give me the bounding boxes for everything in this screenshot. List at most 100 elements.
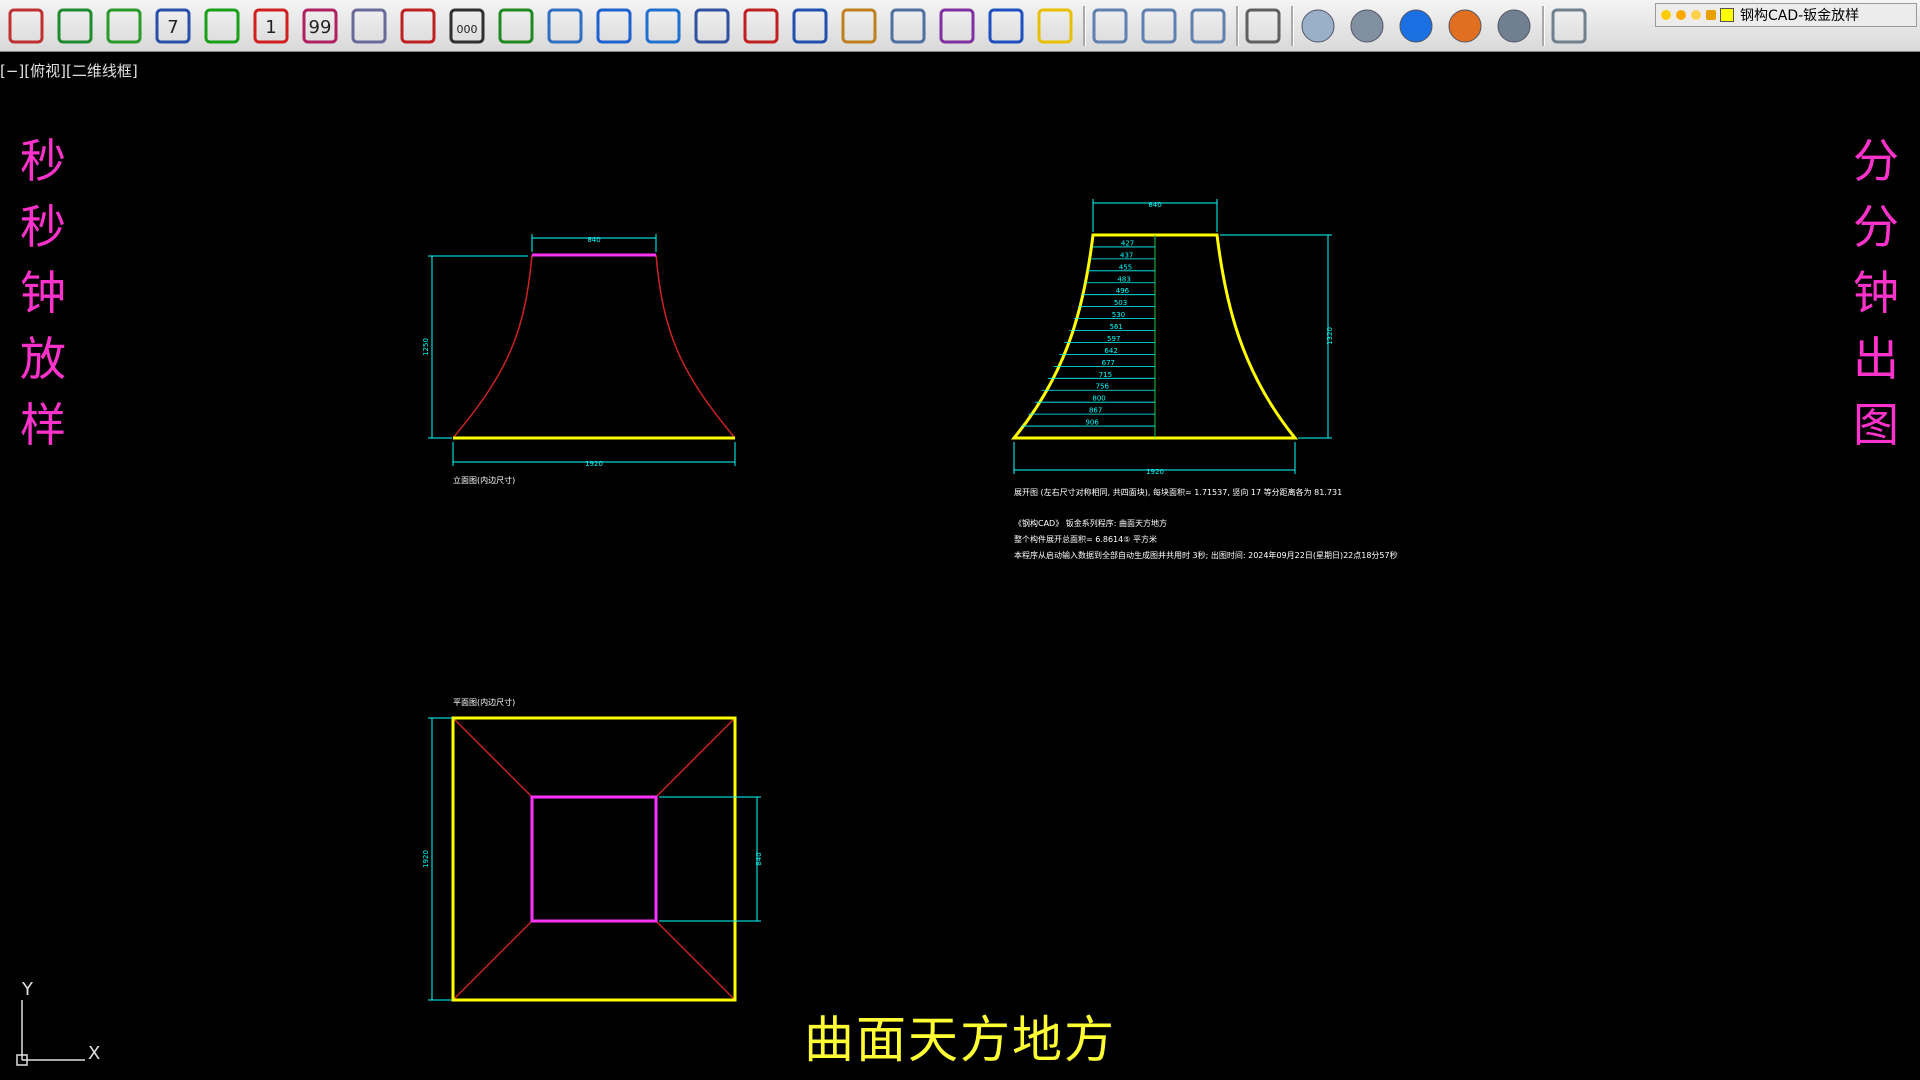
checkmark-icon — [106, 8, 142, 44]
fan-sector-button[interactable] — [347, 4, 391, 48]
eye-view-button[interactable] — [543, 4, 587, 48]
development-row-dim: 437 — [1120, 251, 1133, 259]
region-shape-icon — [1245, 8, 1281, 44]
orbit-3d-button[interactable] — [1088, 4, 1132, 48]
document-check-icon — [988, 8, 1024, 44]
dimension-000-button[interactable]: 000 — [445, 4, 489, 48]
elevation-top-dim: 840 — [587, 236, 600, 244]
sphere-hidden-button[interactable] — [1345, 4, 1389, 48]
development-row-dim: 906 — [1085, 419, 1099, 427]
smiley-face-button[interactable] — [1033, 4, 1077, 48]
plus-cross-icon — [204, 8, 240, 44]
drawing-notes: 展开图 (左右尺寸对称相同, 共四面块), 每块面积= 1.71537, 竖向 … — [1014, 487, 1398, 560]
note-line: 整个构件展开总面积= 6.8614⑤ 平方米 — [1014, 534, 1157, 544]
layer-color-swatch — [1720, 8, 1734, 22]
elevation-view: 840 1250 1920 立面图(内边尺寸) — [422, 234, 736, 485]
development-row-dim: 597 — [1107, 335, 1120, 343]
sphere-orange-button[interactable] — [1443, 4, 1487, 48]
toolbar-separator — [1236, 6, 1239, 46]
shape-stop-button[interactable] — [935, 4, 979, 48]
elevation-label: 立面图(内边尺寸) — [453, 475, 515, 485]
plan-inner-square — [530, 795, 658, 923]
scissors-button[interactable] — [592, 4, 636, 48]
dimension-000-label: 000 — [457, 23, 478, 36]
sphere-blue-icon — [1399, 9, 1433, 43]
note-line: 展开图 (左右尺寸对称相同, 共四面块), 每块面积= 1.71537, 竖向 … — [1014, 487, 1342, 497]
toolbar-separator — [1291, 6, 1294, 46]
development-row-dim: 561 — [1109, 323, 1122, 331]
free-orbit-icon — [1141, 8, 1177, 44]
ucs-x-label: X — [88, 1043, 100, 1064]
zoom-plus-icon — [743, 8, 779, 44]
layer-lock-icon[interactable] — [1706, 10, 1716, 20]
layer-freeze-icon[interactable] — [1676, 10, 1686, 20]
development-row-dim: 530 — [1112, 311, 1125, 319]
broken-line-icon — [400, 8, 436, 44]
circle-number-1-button[interactable]: 1 — [249, 4, 293, 48]
note-line: 《钢构CAD》 钣金系列程序: 曲面天方地方 — [1014, 518, 1167, 528]
zoom-plus-button[interactable] — [739, 4, 783, 48]
text-lines-icon — [498, 8, 534, 44]
settings-gear-button[interactable] — [4, 4, 48, 48]
list-check-icon — [694, 8, 730, 44]
checkmark-button[interactable] — [102, 4, 146, 48]
region-shape-button[interactable] — [1241, 4, 1285, 48]
development-row-dim: 642 — [1104, 347, 1117, 355]
sphere-wire-button[interactable] — [1296, 4, 1340, 48]
development-row-dim: 677 — [1102, 359, 1115, 367]
sphere-hidden-icon — [1350, 9, 1384, 43]
layer-viewport-icon[interactable] — [1691, 10, 1701, 20]
sphere-grid-button[interactable] — [1492, 4, 1536, 48]
layer-dropdown[interactable]: 钢构CAD-钣金放样 — [1655, 3, 1917, 27]
plus-cross-button[interactable] — [200, 4, 244, 48]
toolbar-separator — [1542, 6, 1545, 46]
plan-right-dim: 840 — [755, 852, 763, 865]
scissors-icon — [596, 8, 632, 44]
development-row-dim: 715 — [1099, 371, 1112, 379]
free-orbit-button[interactable] — [1137, 4, 1181, 48]
bottom-title: 曲面天方地方 — [804, 1011, 1116, 1069]
orbit-3d-icon — [1092, 8, 1128, 44]
note-line: 本程序从启动输入数据到全部自动生成图并共用时 3秒; 出图时间: 2024年09… — [1014, 550, 1398, 560]
layer-on-icon[interactable] — [1661, 10, 1671, 20]
elevation-bottom-dim: 1920 — [585, 460, 603, 468]
rectangle-frame-button[interactable] — [53, 4, 97, 48]
rectangle-frame-icon — [57, 8, 93, 44]
ucs-icon — [16, 1000, 85, 1066]
dimension-check-button[interactable] — [641, 4, 685, 48]
development-row-dim: 503 — [1114, 299, 1127, 307]
continuous-orbit-button[interactable] — [1186, 4, 1230, 48]
fan-sector-icon — [351, 8, 387, 44]
development-row-dim: 483 — [1117, 275, 1130, 283]
list-check-button[interactable] — [690, 4, 734, 48]
hand-pan-button[interactable] — [837, 4, 881, 48]
elevation-right-curve — [655, 254, 736, 439]
pencil-edit-button[interactable] — [788, 4, 832, 48]
development-row-dim: 756 — [1096, 383, 1110, 391]
development-view: 427 437 455 483 496 503 530 561 597 642 677 715 756 8… — [1010, 199, 1334, 476]
development-row-dim: 427 — [1121, 239, 1134, 247]
elevation-height-dim: 1250 — [422, 338, 430, 356]
sphere-wire-icon — [1301, 9, 1335, 43]
development-height-dim: 1320 — [1326, 327, 1334, 345]
layers-button[interactable] — [1547, 4, 1591, 48]
sphere-blue-button[interactable] — [1394, 4, 1438, 48]
text-lines-button[interactable] — [494, 4, 538, 48]
drawing-canvas[interactable]: 840 1250 1920 立面图(内边尺寸) 427 437 455 483 496 5… — [0, 52, 1920, 1080]
development-bottom-dim: 1920 — [1146, 468, 1164, 476]
hand-pan-icon — [841, 8, 877, 44]
ucs-y-label: Y — [21, 979, 34, 1000]
number-99-lines-button[interactable]: 99 — [298, 4, 342, 48]
eye-view-icon — [547, 8, 583, 44]
document-check-button[interactable] — [984, 4, 1028, 48]
calendar-7-button[interactable]: 7 — [151, 4, 195, 48]
toolbar-separator — [1083, 6, 1086, 46]
sphere-grid-icon — [1497, 9, 1531, 43]
broken-line-button[interactable] — [396, 4, 440, 48]
plan-label: 平面图(内边尺寸) — [453, 697, 515, 707]
smiley-face-icon — [1037, 8, 1073, 44]
circle-number-1-icon: 1 — [253, 8, 289, 44]
elevation-left-curve — [452, 254, 533, 439]
calculator-button[interactable] — [886, 4, 930, 48]
development-row-dim: 455 — [1119, 263, 1132, 271]
